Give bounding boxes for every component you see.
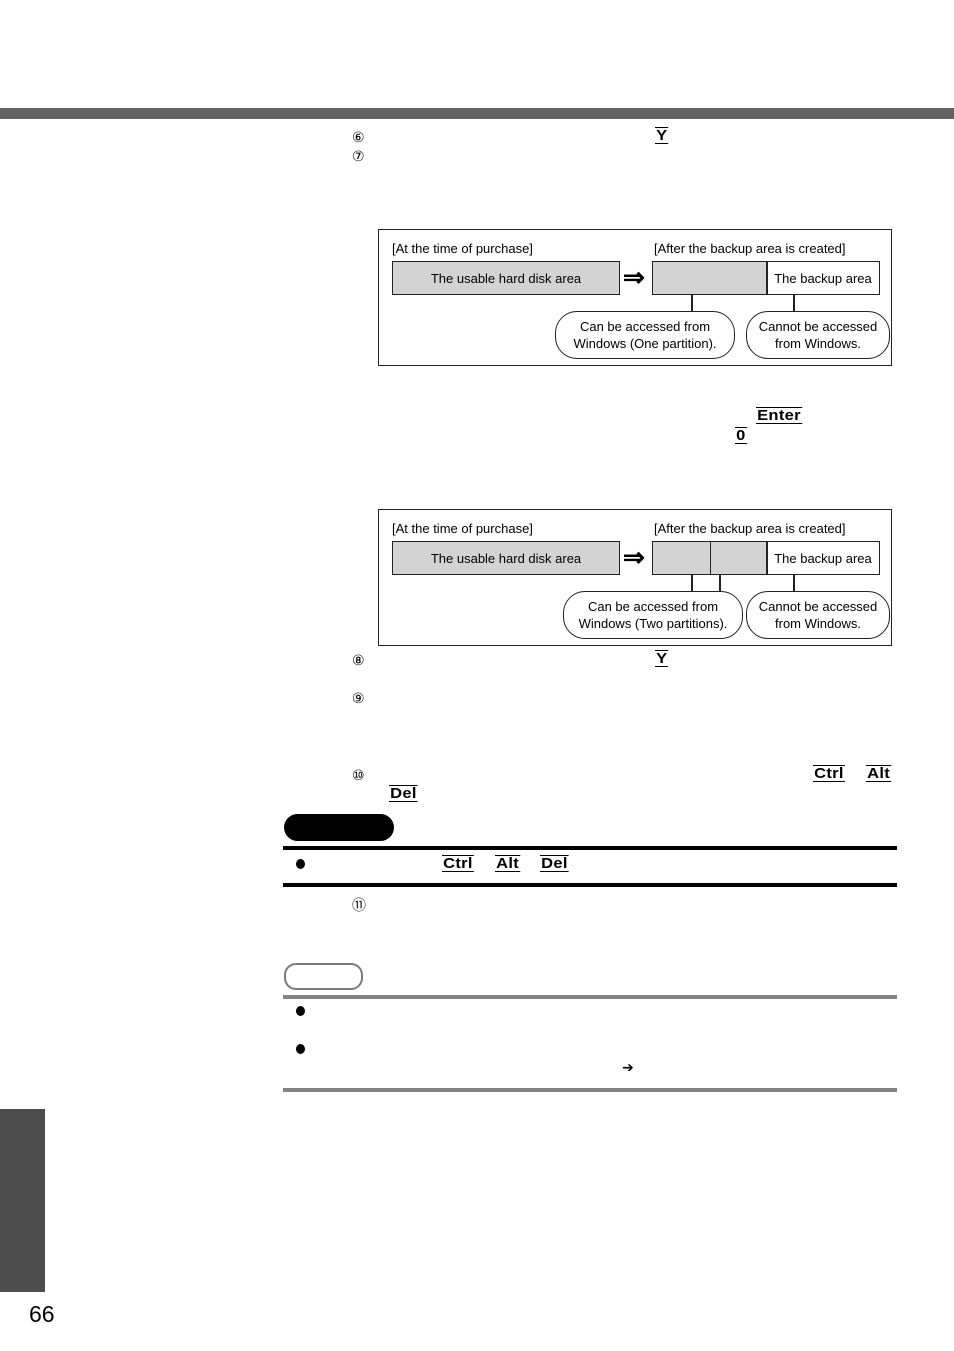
after-label: [After the backup area is created] [654,521,846,536]
before-label: [At the time of purchase] [392,521,533,536]
backup-area-bar: The backup area [766,541,880,575]
bubble-line: Can be accessed from [579,319,711,334]
step-8-marker: ⑧ [352,653,365,669]
caution-heading-pill [284,814,394,841]
caution-top-rule [283,846,897,850]
bubble-line: Windows (Two partitions). [578,616,728,631]
accessible-bubble: Can be accessed from Windows (Two partiti… [563,591,743,639]
windows-partition-bar-2 [710,541,768,575]
before-label: [At the time of purchase] [392,241,533,256]
key-y: Y [655,127,669,144]
after-label: [After the backup area is created] [654,241,846,256]
key-enter: Enter [756,407,803,424]
bubble-line: from Windows. [775,616,861,631]
bullet-icon [296,1044,305,1054]
transition-arrow-icon: ⇒ [623,262,645,292]
key-del: Del [389,785,418,802]
windows-partition-bar-1 [652,541,712,575]
bubble-line: Cannot be accessed [758,599,878,614]
key-y: Y [655,650,669,667]
bullet-icon [296,1006,305,1016]
key-ctrl: Ctrl [813,765,845,782]
bubble-line: Can be accessed from [587,599,719,614]
partition-diagram-two: [At the time of purchase] [After the bac… [378,509,892,646]
note-heading-pill [284,963,363,990]
caution-bottom-rule [283,883,897,887]
header-bar [0,108,954,119]
note-bottom-rule [283,1088,897,1092]
accessible-bubble: Can be accessed from Windows (One partiti… [555,311,735,359]
step-9-marker: ⑨ [352,691,365,707]
reference-arrow-icon: ➔ [622,1060,634,1076]
key-alt: Alt [866,765,892,782]
backup-area-bar: The backup area [766,261,880,295]
bubble-line: from Windows. [775,336,861,351]
connector-line [691,574,693,592]
chapter-side-tab [0,1109,45,1292]
transition-arrow-icon: ⇒ [623,542,645,572]
windows-partition-bar [652,261,768,295]
key-zero: 0 [735,427,747,444]
usable-area-bar: The usable hard disk area [392,541,620,575]
key-del: Del [540,855,569,872]
step-10-marker: ⑩ [352,768,365,784]
connector-line [793,294,795,311]
connector-line [793,574,795,591]
note-top-rule [283,995,897,999]
inaccessible-bubble: Cannot be accessed from Windows. [746,311,890,359]
bubble-line: Cannot be accessed [758,319,878,334]
key-alt: Alt [495,855,521,872]
inaccessible-bubble: Cannot be accessed from Windows. [746,591,890,639]
connector-line [691,294,693,312]
step-11-marker: ⑪ [352,898,366,914]
step-7-marker: ⑦ [352,149,365,165]
usable-area-bar: The usable hard disk area [392,261,620,295]
partition-diagram-one: [At the time of purchase] [After the bac… [378,229,892,366]
bubble-line: Windows (One partition). [573,336,717,351]
key-ctrl: Ctrl [442,855,474,872]
bullet-icon [296,859,305,869]
step-6-marker: ⑥ [352,130,365,146]
connector-line [719,574,721,592]
page-number: 66 [29,1301,55,1327]
